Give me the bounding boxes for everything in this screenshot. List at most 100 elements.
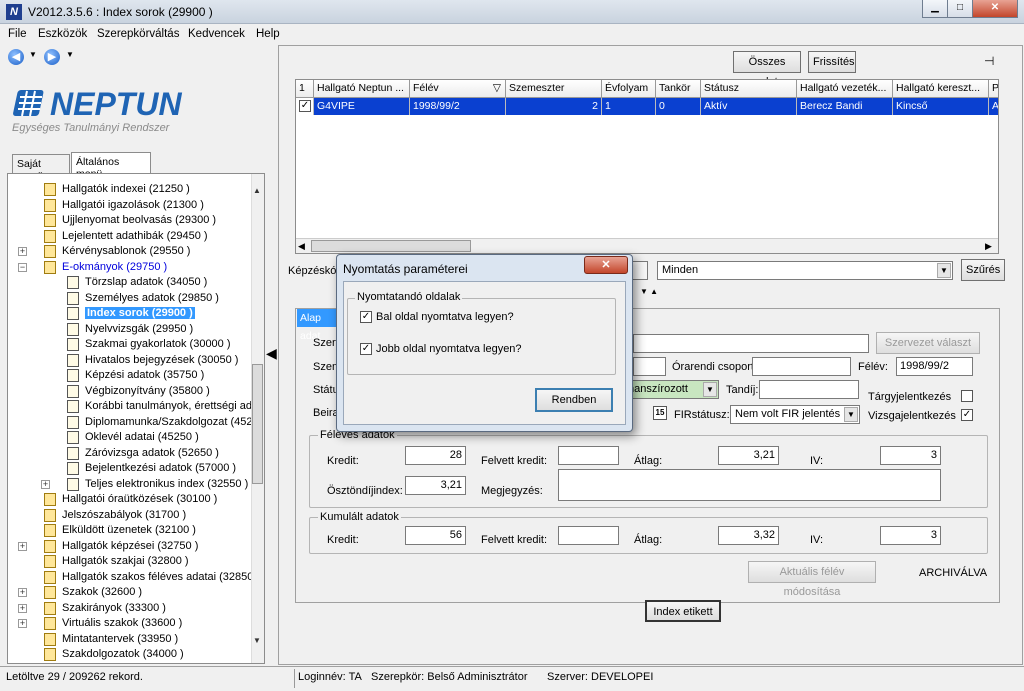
kumulalt-iv-label: IV:	[810, 534, 824, 546]
grid-header-neptun[interactable]: Hallgató Neptun ...	[314, 80, 410, 98]
scroll-down-icon[interactable]: ▼	[253, 636, 261, 645]
dialog-close-button[interactable]: ✕	[584, 256, 628, 274]
expand-icon[interactable]: +	[18, 619, 27, 628]
left-page-checkbox[interactable]: ✓	[360, 311, 372, 323]
calendar-icon[interactable]: 15	[653, 406, 667, 420]
megjegyzes-input[interactable]	[558, 469, 941, 501]
collapse-icon[interactable]: −	[18, 262, 27, 272]
dialog-title: Nyomtatás paraméterei	[343, 262, 468, 276]
menu-szerepkorvaltas[interactable]: Szerepkörváltás	[97, 28, 179, 40]
grid-row-checkbox[interactable]: ✓	[296, 98, 314, 115]
grid-cell-p[interactable]: A	[989, 98, 998, 115]
finanszirozas-combo[interactable]: hanszírozott ▼	[623, 380, 719, 399]
menu-file[interactable]: File	[8, 28, 27, 40]
grid-cell-evfolyam[interactable]: 1	[602, 98, 656, 115]
menu-eszkozok[interactable]: Eszközök	[38, 28, 87, 40]
folder-icon	[44, 260, 56, 274]
tree-scroll-thumb[interactable]	[252, 364, 263, 484]
tree-item-label: Oklevél adatai (45250 )	[85, 431, 199, 443]
kepzeskod-combo[interactable]: Minden ▼	[657, 261, 953, 280]
forward-dropdown-icon[interactable]: ▼	[66, 50, 74, 59]
grid-header-keresztnev[interactable]: Hallgató kereszt...	[893, 80, 989, 98]
scroll-right-icon[interactable]: ▶	[985, 241, 992, 252]
grid-cell-tankor[interactable]: 0	[656, 98, 701, 115]
grid-cell-szemeszter[interactable]: 2	[506, 98, 602, 115]
grid-header-szemeszter[interactable]: Szemeszter	[506, 80, 602, 98]
document-icon	[67, 353, 79, 367]
tree-item-label: Hallgatók indexei (21250 )	[62, 183, 190, 195]
expand-icon[interactable]: +	[18, 603, 27, 613]
scroll-left-icon[interactable]: ◀	[298, 241, 305, 252]
targyjelentkezes-checkbox[interactable]	[961, 390, 973, 402]
back-dropdown-icon[interactable]: ▼	[29, 50, 37, 59]
vizsgajelentkezes-checkbox[interactable]: ✓	[961, 409, 973, 421]
fir-statusz-combo[interactable]: Nem volt FIR jelentés ▼	[730, 405, 860, 424]
kumulalt-atlag-input[interactable]: 3,32	[718, 526, 779, 545]
grid-header-tankor[interactable]: Tankör	[656, 80, 701, 98]
orarendi-csoport-input[interactable]	[752, 357, 851, 376]
kumulalt-kredit-input[interactable]: 56	[405, 526, 466, 545]
close-button[interactable]: ✕	[972, 0, 1018, 18]
expand-icon[interactable]: +	[41, 479, 50, 489]
menu-bar: File Eszközök Szerepkörváltás Kedvencek …	[0, 25, 1024, 45]
tab-alap-adatok[interactable]: Alap adat	[297, 309, 337, 342]
scroll-up-icon[interactable]: ▲	[253, 186, 261, 195]
minimize-button[interactable]: ▁	[922, 0, 948, 18]
tab-general-menu[interactable]: Általános menü	[71, 152, 151, 180]
kepzeskod-label: Képzéskód	[288, 265, 343, 277]
document-icon	[67, 307, 79, 320]
osztondijindex-input[interactable]: 3,21	[405, 476, 466, 495]
tandij-input[interactable]	[759, 380, 859, 399]
forward-icon[interactable]: ▶	[44, 49, 60, 65]
grid-header-evfolyam[interactable]: Évfolyam	[602, 80, 656, 98]
index-etikett-button[interactable]: Index etikett	[645, 600, 721, 622]
feleves-iv-label: IV:	[810, 455, 824, 467]
grid-header-statusz[interactable]: Státusz	[701, 80, 797, 98]
orarendi-csoport-label: Órarendi csoport:	[672, 361, 757, 373]
kumulalt-felvett-input[interactable]	[558, 526, 619, 545]
feleves-felvett-input[interactable]	[558, 446, 619, 465]
pin-icon[interactable]: ⊣	[984, 54, 994, 68]
back-icon[interactable]: ◀	[8, 49, 24, 65]
grid-cell-felev[interactable]: 1998/99/2	[410, 98, 506, 115]
grid-hscrollbar[interactable]: ◀ ▶	[296, 238, 998, 253]
menu-help[interactable]: Help	[256, 28, 280, 40]
expand-icon[interactable]: +	[18, 588, 27, 597]
grid-cell-vezeteknev[interactable]: Berecz Bandi	[797, 98, 893, 115]
feleves-iv-input[interactable]: 3	[880, 446, 941, 465]
collapse-panel-icon[interactable]: ◀	[266, 345, 277, 395]
grid-header-p[interactable]: P	[989, 80, 998, 98]
szervezet-valaszt-button[interactable]: Szervezet választ	[876, 332, 980, 354]
grid-header-vezeteknev[interactable]: Hallgató vezeték...	[797, 80, 893, 98]
folder-icon	[44, 601, 56, 615]
splitter-arrows-icon[interactable]: ▼ ▲	[640, 287, 670, 297]
feleves-atlag-input[interactable]: 3,21	[718, 446, 779, 465]
feleves-kredit-input[interactable]: 28	[405, 446, 466, 465]
document-icon	[67, 477, 79, 491]
right-page-checkbox[interactable]: ✓	[360, 343, 372, 355]
grid-cell-statusz[interactable]: Aktív	[701, 98, 797, 115]
tab-own-menu[interactable]: Saját menü	[12, 154, 70, 182]
grid-cell-neptun[interactable]: G4VIPE	[314, 98, 410, 115]
refresh-button[interactable]: Frissítés	[808, 51, 856, 73]
szervezet-input[interactable]	[633, 334, 869, 353]
kumulalt-iv-input[interactable]: 3	[880, 526, 941, 545]
menu-kedvencek[interactable]: Kedvencek	[188, 28, 245, 40]
felev-input[interactable]: 1998/99/2	[896, 357, 973, 376]
grid-hscroll-thumb[interactable]	[311, 240, 471, 252]
aktualis-felev-modositasa-button[interactable]: Aktuális félév módosítása	[748, 561, 876, 598]
tree-item-label: Szakok (32600 )	[62, 586, 143, 598]
tree-item-label: Szakdolgozatok (34000 )	[62, 648, 184, 660]
beiratkozas-label: Beira	[313, 407, 339, 419]
expand-icon[interactable]: +	[18, 247, 27, 256]
grid-header-felev[interactable]: Félév ▽	[410, 80, 506, 98]
maximize-button[interactable]: □	[947, 0, 973, 18]
szemeszter-input[interactable]	[633, 357, 666, 376]
filter-button[interactable]: Szűrés	[961, 259, 1005, 281]
folder-icon	[44, 539, 56, 553]
osztondijindex-label: Ösztöndíjindex:	[327, 485, 403, 497]
grid-cell-keresztnev[interactable]: Kincső	[893, 98, 989, 115]
expand-icon[interactable]: +	[18, 541, 27, 551]
all-data-button[interactable]: Összes adat	[733, 51, 801, 88]
ok-button[interactable]: Rendben	[535, 388, 613, 412]
